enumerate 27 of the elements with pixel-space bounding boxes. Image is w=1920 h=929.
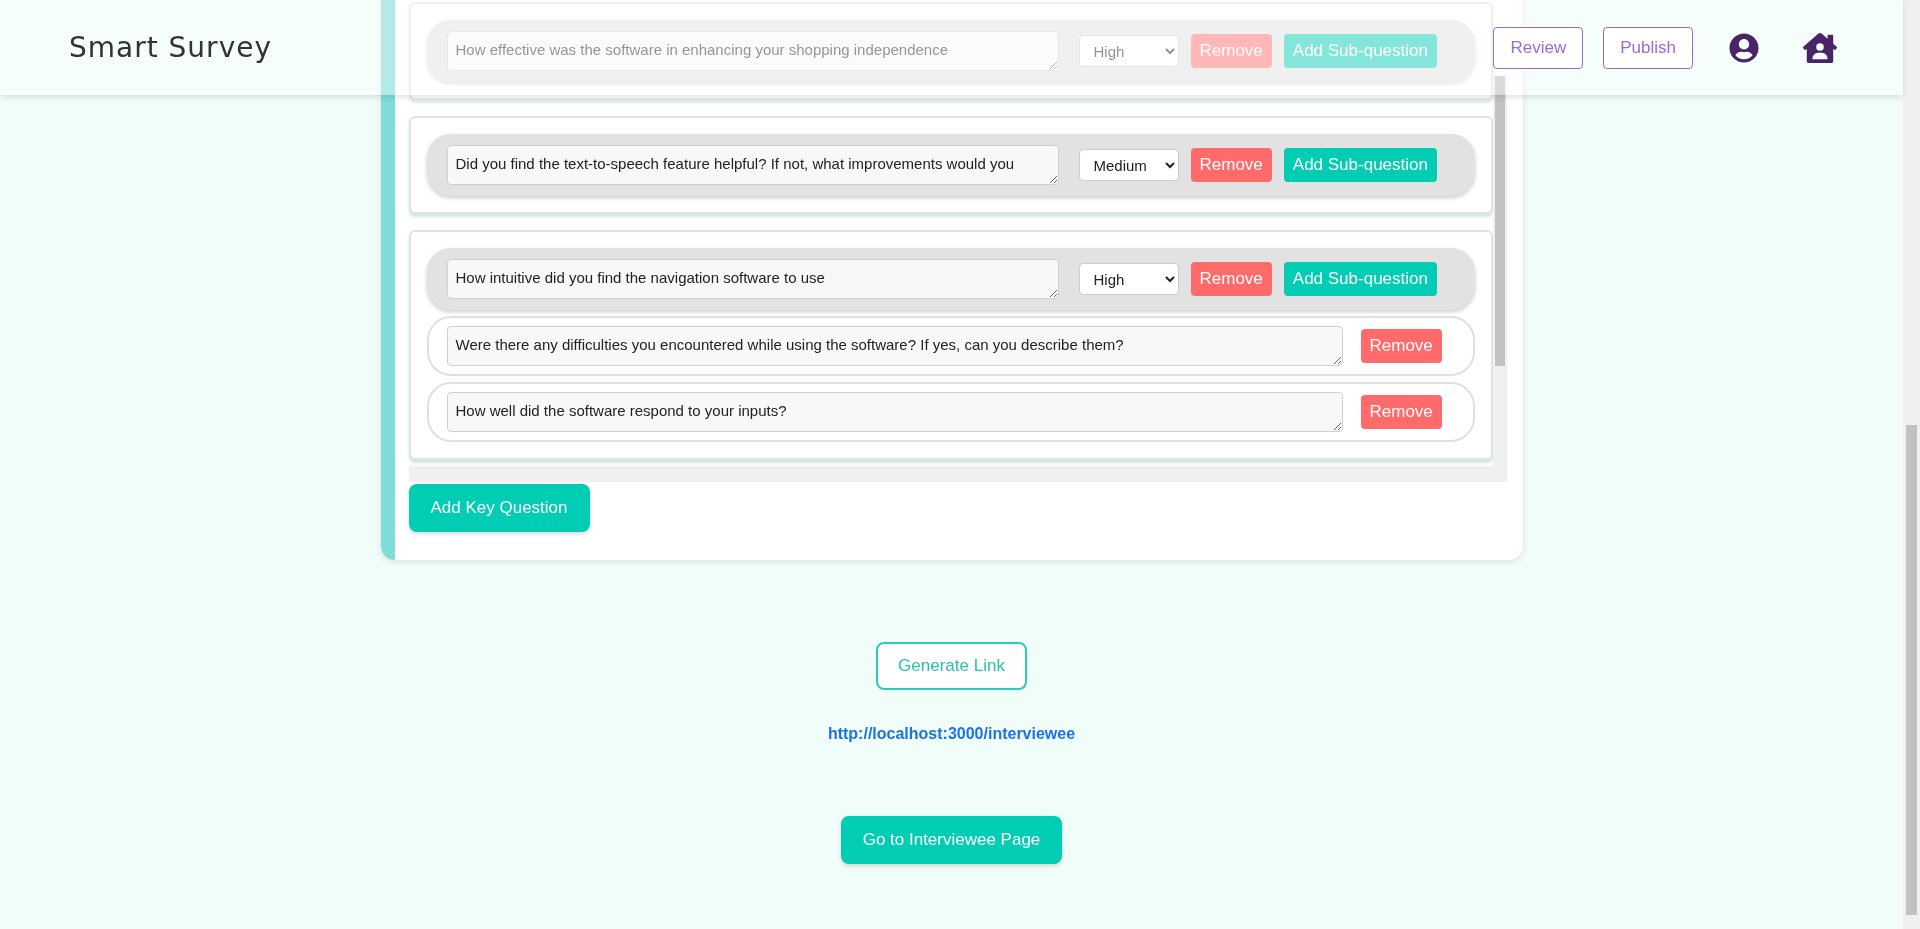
user-icon[interactable] [1729, 32, 1759, 63]
question-field[interactable]: How well did the software respond to your inputs? [446, 392, 1343, 432]
page-scrollbar[interactable] [1903, 0, 1920, 929]
remove-button[interactable]: Remove [1190, 34, 1272, 68]
scrollbar-thumb[interactable] [1906, 425, 1917, 915]
scrollbar-thumb[interactable] [1494, 76, 1505, 366]
add-sub-question-button[interactable]: Add Sub-question [1283, 148, 1437, 182]
priority-select[interactable]: Medium [1078, 149, 1179, 181]
add-key-question-button[interactable]: Add Key Question [408, 484, 590, 532]
question-field[interactable]: How intuitive did you find the navigation software to use [446, 259, 1059, 299]
interviewee-link[interactable]: http://localhost:3000/interviewee [827, 722, 1076, 746]
nav-button[interactable]: Publish [1603, 26, 1693, 69]
question-field[interactable]: Did you find the text-to-speech feature helpful? If not, what improvements would you [446, 145, 1059, 185]
remove-button[interactable]: Remove [1360, 329, 1442, 363]
priority-select[interactable]: High [1078, 35, 1179, 67]
question-field[interactable]: Were there any difficulties you encountered while using the software? If yes, can you describe them? [446, 326, 1343, 366]
priority-select[interactable]: High [1078, 263, 1179, 295]
question-field[interactable]: How effective was the software in enhancing your shopping independence [446, 31, 1059, 71]
remove-button[interactable]: Remove [1190, 262, 1272, 296]
remove-button[interactable]: Remove [1360, 395, 1442, 429]
go-to-interviewee-button[interactable]: Go to Interviewee Page [840, 816, 1063, 864]
app-title: Smart Survey [69, 29, 272, 66]
nav-button[interactable]: Review [1493, 26, 1584, 69]
home-icon[interactable] [1803, 30, 1837, 65]
generate-link-button[interactable]: Generate Link [876, 642, 1027, 690]
add-sub-question-button[interactable]: Add Sub-question [1283, 262, 1437, 296]
remove-button[interactable]: Remove [1190, 148, 1272, 182]
